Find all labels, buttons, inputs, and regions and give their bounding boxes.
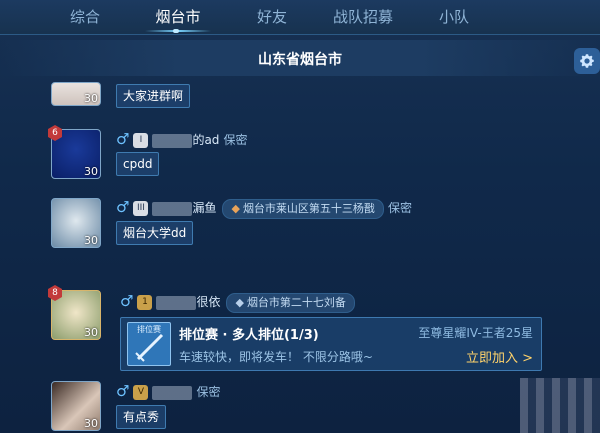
tier-badge: III	[133, 201, 149, 216]
player-name[interactable]: 漏鱼	[192, 201, 216, 215]
location-icon: ◆	[235, 295, 244, 309]
player-info: ♂ V 保密	[116, 382, 220, 400]
privacy-label: 保密	[196, 385, 221, 399]
active-tab-dot	[173, 29, 179, 33]
tier-badge: I	[133, 133, 149, 148]
channel-header: 山东省烟台市	[0, 40, 600, 76]
hidden-name	[152, 133, 193, 148]
male-icon: ♂	[120, 292, 134, 310]
location-tag[interactable]: ◆ 烟台市莱山区第五十三杨戬	[222, 198, 384, 219]
level-label: 30	[84, 326, 98, 339]
level-label: 30	[84, 234, 98, 247]
tier-badge: V	[133, 385, 149, 400]
chat-bubble: 烟台大学dd	[116, 221, 194, 245]
tab-general[interactable]: 综合	[67, 6, 103, 27]
player-name[interactable]: 很依	[196, 295, 220, 309]
male-icon: ♂	[116, 130, 130, 148]
tier-badge: 1	[137, 295, 153, 310]
hidden-name	[152, 385, 193, 400]
chat-bubble: 有点秀	[116, 405, 167, 429]
ranked-match-icon: 排位赛	[127, 322, 171, 366]
level-label: 30	[84, 92, 98, 105]
hidden-name	[156, 295, 197, 310]
player-info: ♂ III 漏鱼 ◆ 烟台市莱山区第五十三杨戬 保密	[116, 198, 412, 219]
player-info: ♂ 1 很依 ◆ 烟台市第二十七刘备	[120, 292, 355, 313]
location-text: 烟台市莱山区第五十三杨戬	[242, 201, 375, 215]
team-invite-card[interactable]: 排位赛 排位赛 · 多人排位(1/3) 至尊星耀IV-王者25星 车速较快，即将…	[120, 317, 542, 371]
tab-squad[interactable]: 小队	[436, 6, 472, 27]
level-label: 30	[84, 417, 98, 430]
rank-range: 至尊星耀IV-王者25星	[418, 326, 533, 340]
invite-title: 排位赛 · 多人排位(1/3)	[179, 328, 319, 343]
tab-team-recruit[interactable]: 战队招募	[327, 6, 399, 27]
location-text: 烟台市第二十七刘备	[246, 295, 346, 309]
location-icon: ◆	[231, 201, 240, 215]
player-info: ♂ I 的ad 保密	[116, 130, 247, 148]
settings-button[interactable]	[574, 48, 600, 74]
hidden-name	[152, 201, 193, 216]
invite-description: 车速较快，即将发车！ 不限分路哦~	[179, 350, 373, 364]
chat-bubble: cpdd	[116, 152, 160, 176]
privacy-label: 保密	[223, 133, 248, 147]
avatar[interactable]: 30	[51, 198, 101, 248]
male-icon: ♂	[116, 198, 130, 216]
location-tag[interactable]: ◆ 烟台市第二十七刘备	[226, 292, 355, 313]
player-name[interactable]: 的ad	[192, 133, 219, 147]
tab-bar: 综合 烟台市 好友 战队招募 小队	[0, 0, 600, 35]
gear-icon	[580, 54, 594, 68]
chat-bubble: 大家进群啊	[116, 84, 191, 108]
avatar[interactable]: 30	[51, 381, 101, 431]
level-label: 30	[84, 165, 98, 178]
page-title: 山东省烟台市	[258, 52, 342, 68]
privacy-label: 保密	[387, 201, 412, 215]
tab-yantai[interactable]: 烟台市	[148, 6, 208, 27]
sword-icon	[135, 333, 164, 362]
avatar[interactable]: 30	[51, 82, 101, 106]
male-icon: ♂	[116, 382, 130, 400]
blurred-overlay	[520, 378, 600, 433]
join-now-button[interactable]: 立即加入 >	[466, 347, 533, 366]
tab-friends[interactable]: 好友	[252, 6, 292, 27]
